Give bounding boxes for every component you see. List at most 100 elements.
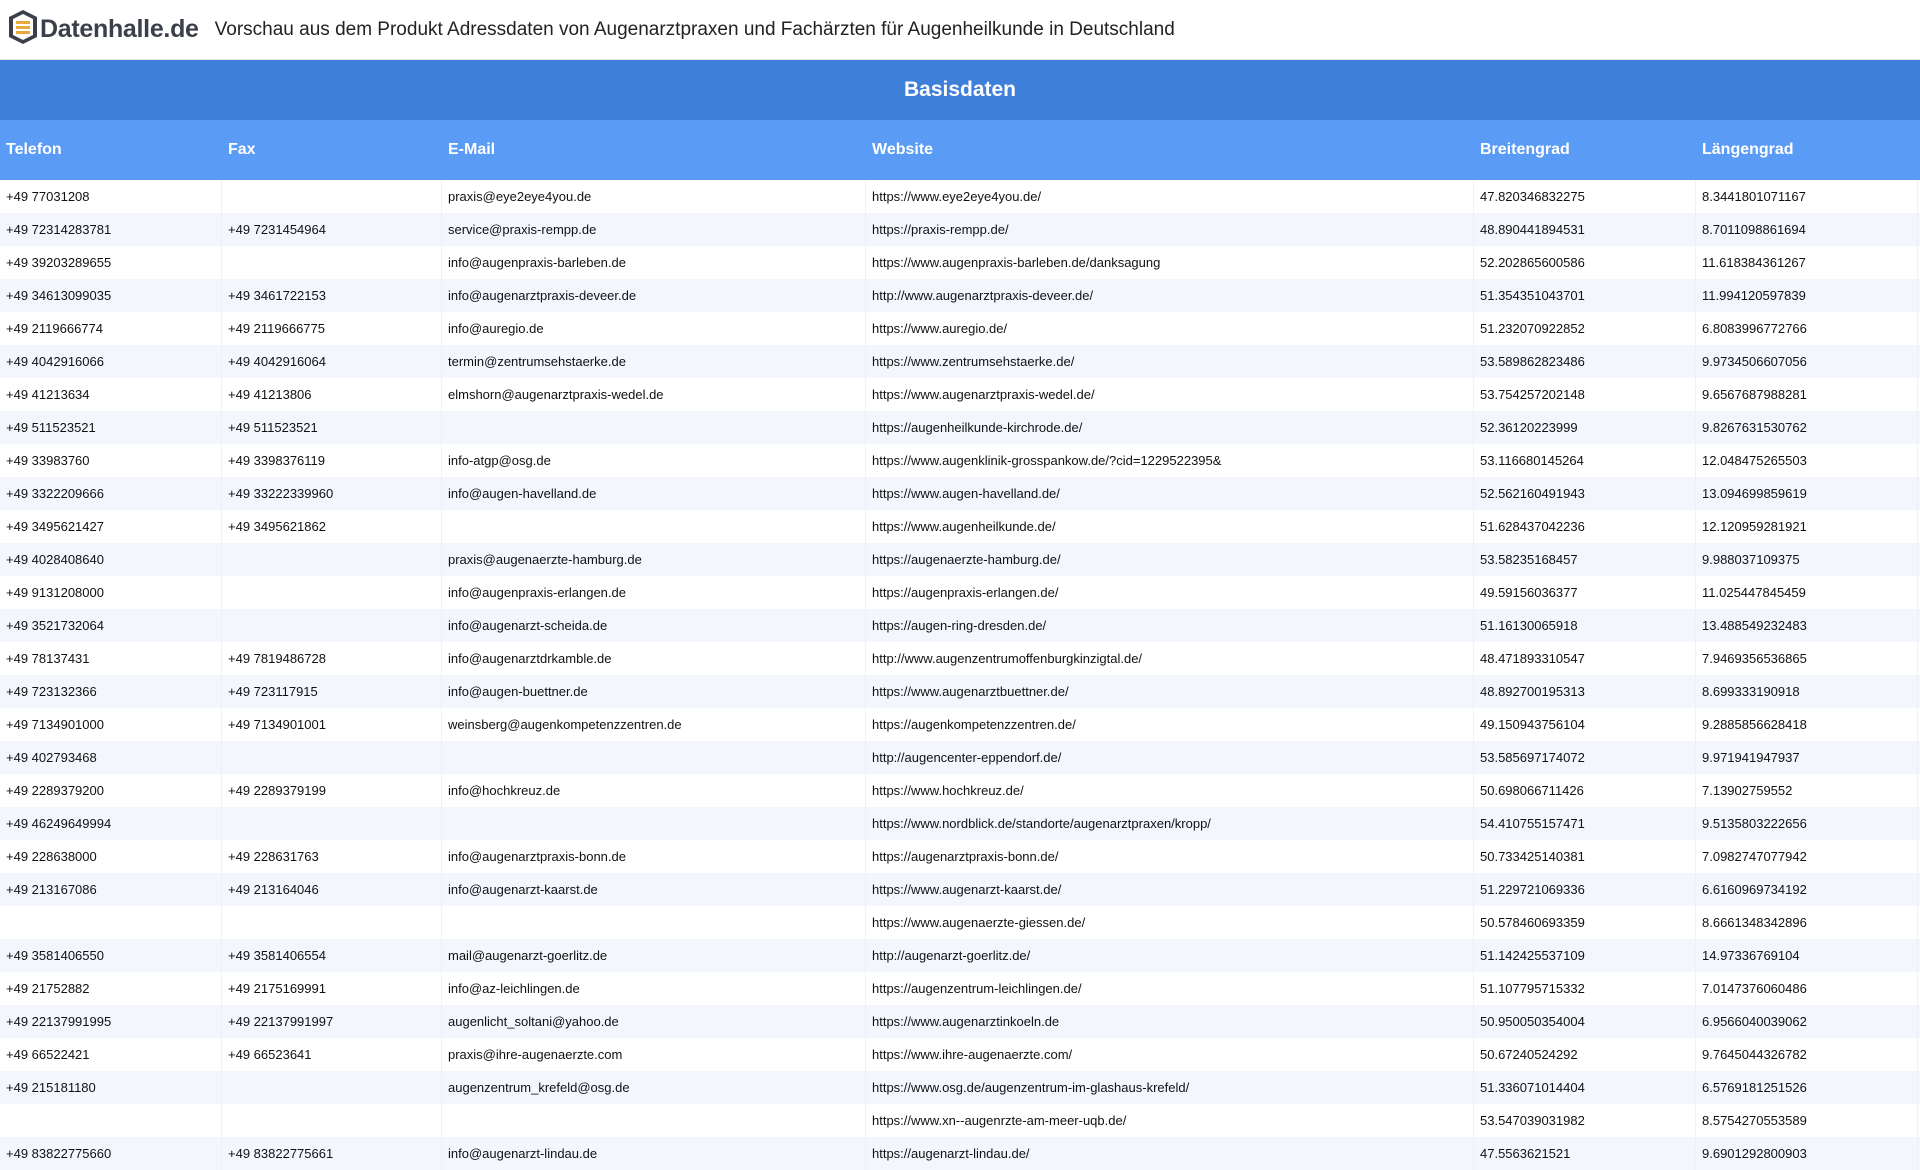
cell-telefon: +49 78137431 [0,642,222,675]
table-row[interactable]: +49 2119666774 +49 2119666775 info@auregio… [0,312,1920,345]
cell-breitengrad: 52.562160491943 [1474,477,1696,510]
table-row[interactable]: +49 3495621427 +49 3495621862 https://www.… [0,510,1920,543]
cell-laengengrad: 12.048475265503 [1696,444,1918,477]
table-row[interactable]: +49 2289379200 +49 2289379199 info@hochkre… [0,774,1920,807]
table-row[interactable]: +49 4042916066 +49 4042916064 termin@zentr… [0,345,1920,378]
cell-website: https://augenheilkunde-kirchrode.de/ [866,411,1474,444]
table-row[interactable]: +49 3581406550 +49 3581406554 mail@augenar… [0,939,1920,972]
table-row[interactable]: +49 33983760 +49 3398376119 info-atgp@osg.… [0,444,1920,477]
column-header-telefon[interactable]: Telefon [0,141,222,159]
cell-telefon: +49 213167086 [0,873,222,906]
table-row[interactable]: +49 41213634 +49 41213806 elmshorn@augenar… [0,378,1920,411]
cell-fax [222,1104,442,1137]
cell-telefon: +49 402793468 [0,741,222,774]
cell-email: info@augen-havelland.de [442,477,866,510]
table-row[interactable]: +49 34613099035 +49 3461722153 info@augena… [0,279,1920,312]
cell-email [442,807,866,840]
cell-breitengrad: 50.950050354004 [1474,1005,1696,1038]
cell-telefon: +49 77031208 [0,180,222,213]
cell-website: https://www.hochkreuz.de/ [866,774,1474,807]
cell-website: http://augenarzt-goerlitz.de/ [866,939,1474,972]
cell-email: info@augenarzt-lindau.de [442,1137,866,1170]
table-row[interactable]: +49 402793468 http://augencenter-eppendor… [0,741,1920,774]
table-row[interactable]: +49 21752882 +49 2175169991 info@az-leichl… [0,972,1920,1005]
cell-telefon: +49 22137991995 [0,1005,222,1038]
table-row[interactable]: +49 78137431 +49 7819486728 info@augenarzt… [0,642,1920,675]
data-table-body: +49 77031208 praxis@eye2eye4you.de https:/… [0,180,1920,1170]
table-header-row: Telefon Fax E-Mail Website Breitengrad L… [0,120,1920,180]
table-row[interactable]: +49 66522421 +49 66523641 praxis@ihre-auge… [0,1038,1920,1071]
cell-telefon [0,906,222,939]
cell-website: http://www.augenzentrumoffenburgkinzigta… [866,642,1474,675]
cell-email [442,906,866,939]
table-row[interactable]: +49 72314283781 +49 7231454964 service@pra… [0,213,1920,246]
table-row[interactable]: +49 723132366 +49 723117915 info@augen-bue… [0,675,1920,708]
cell-website: https://augenarzt-lindau.de/ [866,1137,1474,1170]
cell-telefon: +49 39203289655 [0,246,222,279]
cell-fax: +49 83822775661 [222,1137,442,1170]
table-row[interactable]: +49 3521732064 info@augenarzt-scheida.de h… [0,609,1920,642]
column-header-laengengrad[interactable]: Längengrad [1696,141,1918,159]
cell-breitengrad: 51.142425537109 [1474,939,1696,972]
cell-breitengrad: 53.754257202148 [1474,378,1696,411]
table-row[interactable]: +49 215181180 augenzentrum_krefeld@osg.de… [0,1071,1920,1104]
cell-email: info@hochkreuz.de [442,774,866,807]
table-row[interactable]: +49 46249649994 https://www.nordblick.de/… [0,807,1920,840]
cell-breitengrad: 51.628437042236 [1474,510,1696,543]
table-row[interactable]: +49 83822775660 +49 83822775661 info@augen… [0,1137,1920,1170]
table-row[interactable]: +49 7134901000 +49 7134901001 weinsberg@au… [0,708,1920,741]
cell-breitengrad: 53.58235168457 [1474,543,1696,576]
cell-breitengrad: 48.890441894531 [1474,213,1696,246]
cell-email: service@praxis-rempp.de [442,213,866,246]
datenhalle-logo[interactable]: Datenhalle.de [6,8,199,51]
cell-fax: +49 33222339960 [222,477,442,510]
cell-fax: +49 3461722153 [222,279,442,312]
cell-telefon: +49 46249649994 [0,807,222,840]
page-title: Vorschau aus dem Produkt Adressdaten von… [214,18,1175,40]
table-row[interactable]: https://www.xn--augenrzte-am-meer-uqb.de… [0,1104,1920,1137]
cell-telefon: +49 41213634 [0,378,222,411]
table-row[interactable]: +49 228638000 +49 228631763 info@augenarzt… [0,840,1920,873]
cell-website: https://www.augenarzt-kaarst.de/ [866,873,1474,906]
cell-fax: +49 66523641 [222,1038,442,1071]
cell-breitengrad: 49.150943756104 [1474,708,1696,741]
table-row[interactable]: +49 213167086 +49 213164046 info@augenarzt… [0,873,1920,906]
table-row[interactable]: +49 3322209666 +49 33222339960 info@augen-… [0,477,1920,510]
cell-website: http://augencenter-eppendorf.de/ [866,741,1474,774]
cell-email: info@auregio.de [442,312,866,345]
cell-laengengrad: 9.6901292800903 [1696,1137,1918,1170]
cell-fax [222,609,442,642]
table-row[interactable]: +49 22137991995 +49 22137991997 augenlicht… [0,1005,1920,1038]
cell-email: info@augenpraxis-erlangen.de [442,576,866,609]
table-row[interactable]: +49 9131208000 info@augenpraxis-erlangen.… [0,576,1920,609]
cell-laengengrad: 11.994120597839 [1696,279,1918,312]
cell-breitengrad: 47.820346832275 [1474,180,1696,213]
cell-email: weinsberg@augenkompetenzzentren.de [442,708,866,741]
cell-telefon: +49 2289379200 [0,774,222,807]
column-header-fax[interactable]: Fax [222,141,442,159]
column-header-breitengrad[interactable]: Breitengrad [1474,141,1696,159]
cell-telefon [0,1104,222,1137]
cell-laengengrad: 6.8083996772766 [1696,312,1918,345]
cell-laengengrad: 9.988037109375 [1696,543,1918,576]
logo-wordmark: Datenhalle.de [40,15,199,43]
cell-telefon: +49 3581406550 [0,939,222,972]
column-header-website[interactable]: Website [866,141,1474,159]
cell-website: https://www.augenheilkunde.de/ [866,510,1474,543]
cell-telefon: +49 34613099035 [0,279,222,312]
table-row[interactable]: +49 4028408640 praxis@augenaerzte-hamburg… [0,543,1920,576]
cell-email: praxis@eye2eye4you.de [442,180,866,213]
table-row[interactable]: +49 511523521 +49 511523521 https://augenh… [0,411,1920,444]
cell-fax: +49 4042916064 [222,345,442,378]
cell-fax: +49 2119666775 [222,312,442,345]
cell-website: https://augenkompetenzzentren.de/ [866,708,1474,741]
cell-breitengrad: 53.116680145264 [1474,444,1696,477]
cell-laengengrad: 9.2885856628418 [1696,708,1918,741]
cell-breitengrad: 47.5563621521 [1474,1137,1696,1170]
cell-breitengrad: 51.336071014404 [1474,1071,1696,1104]
table-row[interactable]: +49 77031208 praxis@eye2eye4you.de https:/… [0,180,1920,213]
table-row[interactable]: +49 39203289655 info@augenpraxis-barleben… [0,246,1920,279]
column-header-email[interactable]: E-Mail [442,141,866,159]
cell-fax: +49 7819486728 [222,642,442,675]
table-row[interactable]: https://www.augenaerzte-giessen.de/50.57… [0,906,1920,939]
